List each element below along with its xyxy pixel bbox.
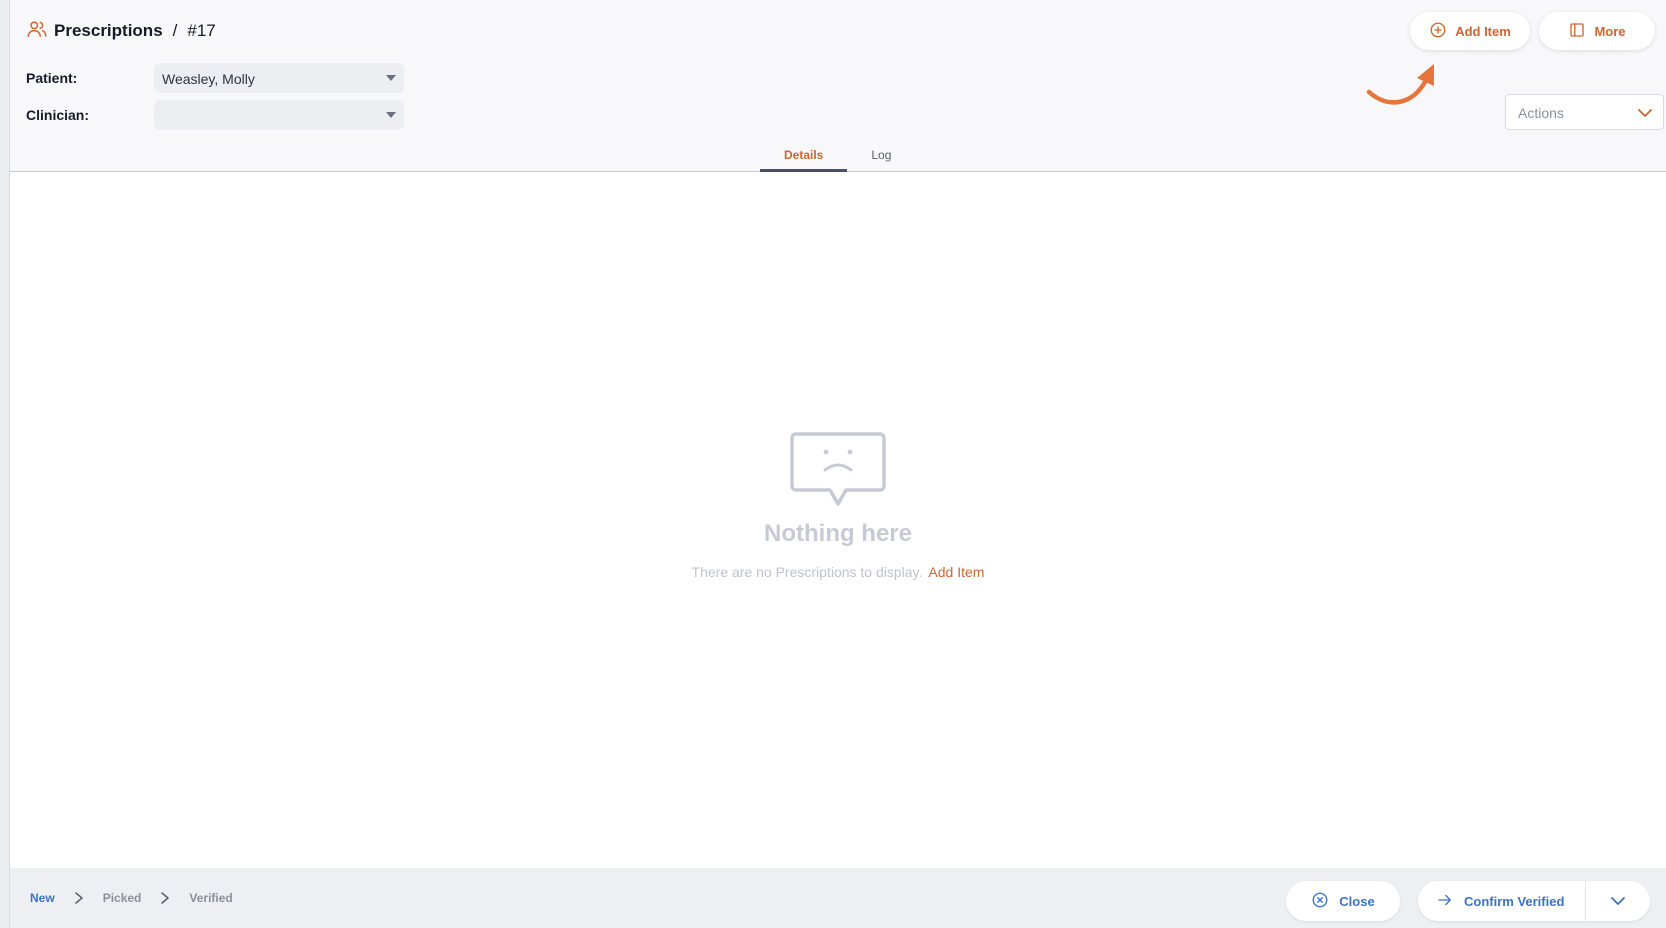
close-circle-icon [1311,891,1329,912]
status-steps: New Picked Verified [30,868,233,928]
tab-bar: Details Log [760,140,915,172]
step-picked[interactable]: Picked [103,891,142,905]
sidebar-panel-icon [1568,21,1586,42]
chevron-down-icon [1638,109,1652,117]
arrow-right-icon [1436,891,1454,912]
add-item-label: Add Item [1455,23,1511,39]
clinician-select[interactable] [154,100,404,130]
patient-value: Weasley, Molly [162,71,255,87]
empty-message: There are no Prescriptions to display. [691,564,923,580]
patient-select[interactable]: Weasley, Molly [154,63,404,93]
record-header: Prescriptions / #17 Patient: Weasley, Mo… [10,0,1666,172]
module-title[interactable]: Prescriptions [54,21,163,41]
tab-log[interactable]: Log [847,140,915,172]
confirm-options-toggle[interactable] [1586,881,1650,921]
empty-state: Nothing here There are no Prescriptions … [10,430,1666,580]
breadcrumb-separator: / [172,21,178,40]
empty-title: Nothing here [764,520,912,547]
step-new[interactable]: New [30,891,55,905]
plus-circle-icon [1429,21,1447,42]
chevron-down-icon [1611,897,1625,905]
empty-message-row: There are no Prescriptions to display. Ad… [10,564,1666,580]
users-icon [26,18,48,45]
tab-details[interactable]: Details [760,140,848,172]
more-button[interactable]: More [1539,12,1655,50]
patient-label: Patient: [26,70,78,86]
close-label: Close [1339,893,1375,909]
curved-arrow-icon [1366,64,1434,105]
confirm-label: Confirm Verified [1464,893,1565,909]
caret-down-icon [386,75,396,81]
record-id: #17 [187,21,216,40]
chevron-right-icon [74,892,83,904]
more-label: More [1594,23,1626,39]
sad-speech-bubble-icon [790,432,886,506]
step-verified[interactable]: Verified [189,891,232,905]
actions-placeholder: Actions [1518,105,1564,121]
breadcrumb: Prescriptions / #17 [26,18,216,44]
left-rail [0,0,10,928]
footer-bar: New Picked Verified Close Confirm Verifi… [10,868,1666,928]
chevron-right-icon [161,892,170,904]
clinician-label: Clinician: [26,107,90,123]
add-item-link[interactable]: Add Item [928,564,984,580]
add-item-button[interactable]: Add Item [1410,12,1530,50]
caret-down-icon [386,112,396,118]
actions-dropdown[interactable]: Actions [1505,94,1664,130]
close-button[interactable]: Close [1286,881,1400,921]
